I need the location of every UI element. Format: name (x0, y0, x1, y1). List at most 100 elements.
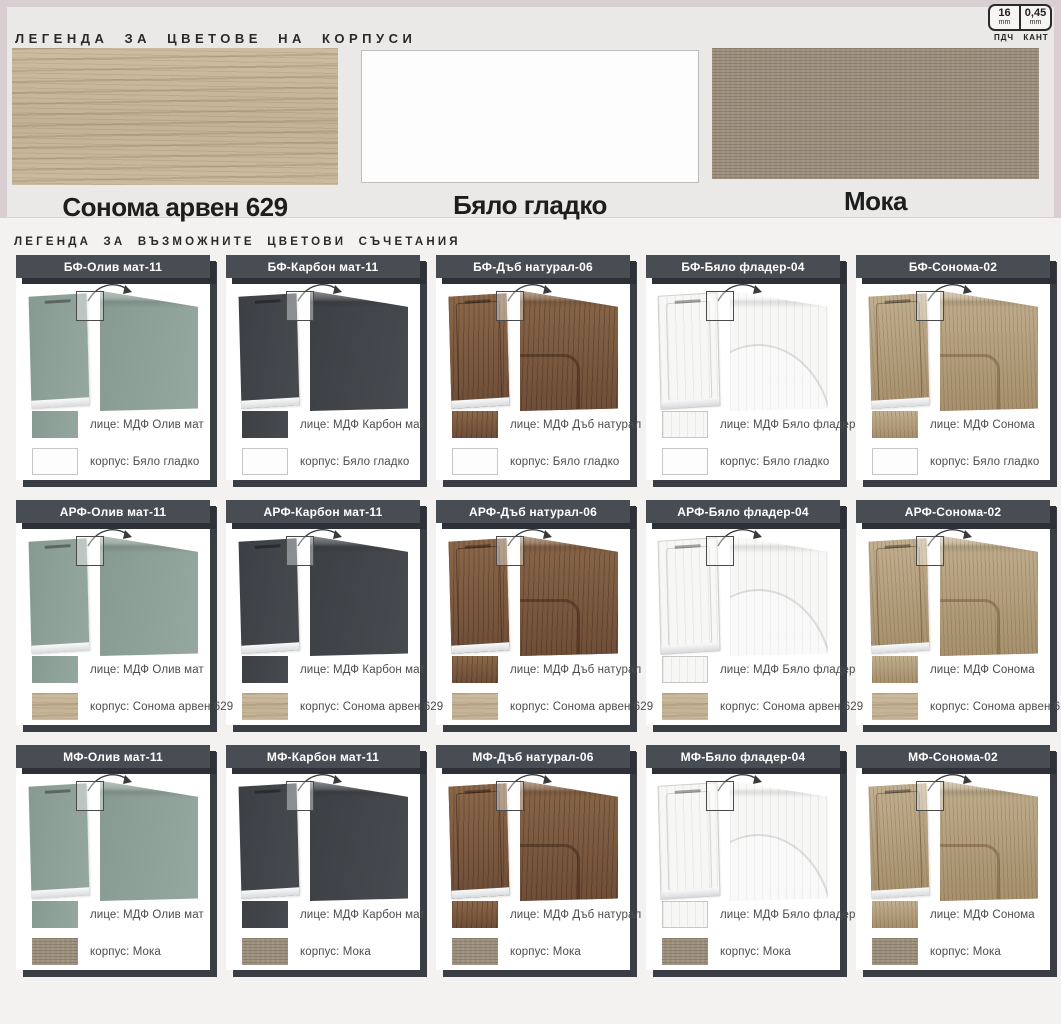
carcass-swatch (452, 448, 498, 475)
card-title-bar: МФ-Бяло фладер-04 (646, 745, 840, 768)
door-plinth (871, 397, 929, 409)
carcass-legend-row: корпус: Сонома арвен 629 (662, 693, 863, 720)
face-label: лице: МДФ Карбон мат (300, 909, 425, 921)
swatch-label: Мока (712, 186, 1039, 217)
carcass-swatch (452, 938, 498, 965)
magnifier-box-icon (496, 291, 524, 321)
face-legend-row: лице: МДФ Бяло фладер (662, 656, 856, 683)
door-preview (226, 285, 420, 411)
door-handle (255, 299, 281, 304)
combo-card: АРФ-Бяло фладер-04 лице: МДФ Бяло фладер… (646, 500, 840, 725)
face-label: лице: МДФ Бяло фладер (720, 909, 856, 921)
face-swatch (32, 411, 78, 438)
face-swatch (872, 411, 918, 438)
band-caption: КАНТ (1020, 33, 1052, 42)
card-title: МФ-Сонома-02 (908, 750, 998, 764)
combo-grid: БФ-Олив мат-11 лице: МДФ Олив мат корпус… (16, 255, 1050, 970)
board-edge-badge: 16 mm 0,45 mm ПДЧ КАНТ (988, 4, 1052, 42)
face-swatch (242, 656, 288, 683)
face-label: лице: МДФ Олив мат (90, 419, 204, 431)
combo-card: АРФ-Сонома-02 лице: МДФ Сонома корпус: С… (856, 500, 1050, 725)
carcass-legend-row: корпус: Бяло гладко (242, 448, 409, 475)
combo-card: АРФ-Дъб натурал-06 лице: МДФ Дъб натурал… (436, 500, 630, 725)
door-zoom-view (940, 532, 1038, 656)
combo-card: АРФ-Олив мат-11 лице: МДФ Олив мат корпу… (16, 500, 210, 725)
door-handle (45, 544, 71, 549)
door-zoom-view (310, 777, 408, 901)
door-zoom-view (310, 532, 408, 656)
door-zoom-view (730, 777, 828, 901)
magnifier-box-icon (76, 291, 104, 321)
face-legend-row: лице: МДФ Сонома (872, 656, 1035, 683)
door-plinth (31, 397, 89, 409)
door-plinth (661, 887, 719, 899)
card-title: БФ-Сонома-02 (909, 260, 997, 274)
carcass-swatch (242, 693, 288, 720)
fabric-texture-swatch (712, 48, 1039, 179)
door-handle (885, 789, 911, 794)
card-title: МФ-Карбон мат-11 (267, 750, 379, 764)
swatch-label: Сонома арвен 629 (12, 192, 338, 223)
door-zoom-view (730, 287, 828, 411)
face-label: лице: МДФ Сонома (930, 664, 1035, 676)
door-zoom-view (520, 532, 618, 656)
carcass-label: корпус: Мока (90, 946, 161, 958)
carcass-legend-row: корпус: Мока (32, 938, 161, 965)
face-legend-row: лице: МДФ Олив мат (32, 656, 204, 683)
carcass-label: корпус: Мока (720, 946, 791, 958)
door-plinth (871, 642, 929, 654)
door-plinth (451, 887, 509, 899)
door-plinth (241, 397, 299, 409)
magnifier-box-icon (286, 291, 314, 321)
door-preview (16, 285, 210, 411)
carcass-swatch-moka: Мока (712, 48, 1039, 217)
face-label: лице: МДФ Олив мат (90, 909, 204, 921)
door-handle (675, 789, 701, 794)
combo-card: МФ-Карбон мат-11 лице: МДФ Карбон мат ко… (226, 745, 420, 970)
door-preview (16, 530, 210, 656)
carcass-label: корпус: Сонома арвен 629 (300, 701, 443, 713)
combo-card: МФ-Бяло фладер-04 лице: МДФ Бяло фладер … (646, 745, 840, 970)
door-handle (255, 544, 281, 549)
combo-card: МФ-Дъб натурал-06 лице: МДФ Дъб натурал … (436, 745, 630, 970)
carcass-label: корпус: Сонома арвен 629 (720, 701, 863, 713)
face-legend-row: лице: МДФ Олив мат (32, 411, 204, 438)
door-plinth (661, 642, 719, 654)
carcass-swatch (662, 693, 708, 720)
door-zoom-view (520, 287, 618, 411)
face-legend-row: лице: МДФ Карбон мат (242, 656, 425, 683)
door-preview (436, 530, 630, 656)
card-title-bar: БФ-Сонома-02 (856, 255, 1050, 278)
magnifier-box-icon (286, 536, 314, 566)
magnifier-box-icon (706, 536, 734, 566)
face-swatch (242, 411, 288, 438)
door-preview (856, 775, 1050, 901)
face-swatch (662, 411, 708, 438)
face-legend-row: лице: МДФ Олив мат (32, 901, 204, 928)
face-swatch (872, 901, 918, 928)
door-plinth (661, 397, 719, 409)
door-preview (226, 775, 420, 901)
magnifier-box-icon (286, 781, 314, 811)
carcass-colors-panel: ЛЕГЕНДА ЗА ЦВЕТОВЕ НА КОРПУСИ Сонома арв… (0, 0, 1061, 218)
carcass-label: корпус: Мока (930, 946, 1001, 958)
face-label: лице: МДФ Сонома (930, 419, 1035, 431)
card-title: АРФ-Олив мат-11 (60, 505, 167, 519)
card-title: АРФ-Сонома-02 (905, 505, 1002, 519)
carcass-legend-row: корпус: Сонома арвен 629 (242, 693, 443, 720)
carcass-swatch (32, 938, 78, 965)
card-title-bar: БФ-Карбон мат-11 (226, 255, 420, 278)
door-preview (436, 775, 630, 901)
combo-legend-title: ЛЕГЕНДА ЗА ВЪЗМОЖНИТЕ ЦВЕТОВИ СЪЧЕТАНИЯ (14, 236, 461, 248)
face-legend-row: лице: МДФ Дъб натурал (452, 411, 641, 438)
edge-band-thickness: 0,45 mm (1019, 6, 1050, 29)
card-title-bar: АРФ-Олив мат-11 (16, 500, 210, 523)
door-zoom-view (100, 287, 198, 411)
face-swatch (662, 901, 708, 928)
carcass-label: корпус: Мока (510, 946, 581, 958)
card-title-bar: АРФ-Карбон мат-11 (226, 500, 420, 523)
carcass-legend-row: корпус: Мока (662, 938, 791, 965)
face-swatch (452, 656, 498, 683)
combo-card: БФ-Сонома-02 лице: МДФ Сонома корпус: Бя… (856, 255, 1050, 480)
card-title: БФ-Карбон мат-11 (268, 260, 379, 274)
